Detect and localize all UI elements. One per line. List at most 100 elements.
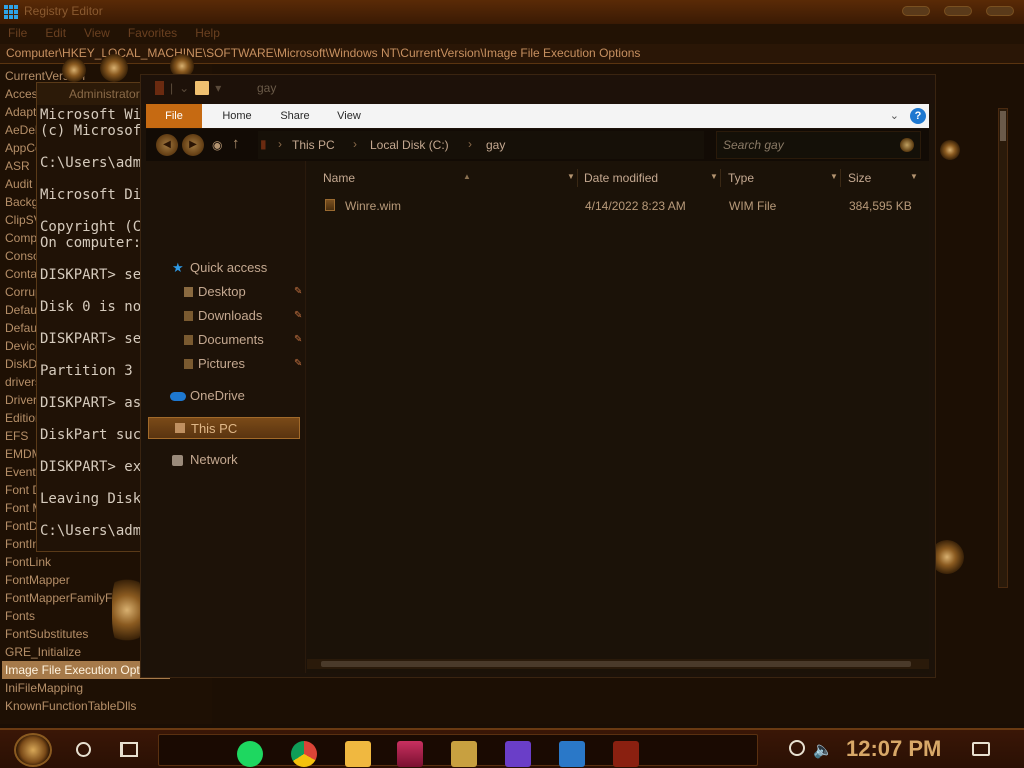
- undo-icon[interactable]: ⌄: [179, 81, 189, 95]
- spotify-icon[interactable]: [237, 741, 263, 767]
- tab-home[interactable]: Home: [212, 104, 262, 128]
- cloud-icon: [170, 392, 186, 401]
- tab-view[interactable]: View: [326, 104, 372, 128]
- nav-desktop-label: Desktop: [198, 284, 246, 299]
- notification-icon[interactable]: [972, 742, 990, 756]
- qa-dropdown-icon[interactable]: ▾: [215, 81, 221, 95]
- search-circle-icon[interactable]: [76, 742, 91, 757]
- recent-locations-icon[interactable]: ◉: [212, 138, 222, 152]
- nav-downloads[interactable]: Downloads ✎: [184, 305, 302, 327]
- tree-item[interactable]: KnownFunctionTableDlls: [5, 697, 136, 715]
- column-size[interactable]: Size: [848, 169, 871, 187]
- volume-icon[interactable]: 🔈: [813, 740, 833, 760]
- file-explorer-window[interactable]: | ⌄ ▾ gay File Home Share View ⌄ ? ◀ ▶ ◉…: [140, 74, 936, 678]
- up-arrow-icon[interactable]: ↑: [232, 135, 240, 152]
- registry-menubar: File Edit View Favorites Help: [0, 24, 1024, 44]
- tree-item[interactable]: FontMapper: [5, 571, 70, 589]
- gear-decoration: [100, 54, 128, 82]
- file-type: WIM File: [729, 199, 777, 213]
- registry-app-icon: [4, 5, 18, 19]
- nav-quick-access[interactable]: ★ Quick access: [172, 257, 268, 279]
- tree-item[interactable]: IniFileMapping: [5, 679, 83, 697]
- nav-downloads-label: Downloads: [198, 308, 263, 323]
- tab-file[interactable]: File: [146, 104, 202, 128]
- navigation-pane: ★ Quick access Desktop ✎ Downloads ✎ Doc…: [146, 161, 306, 673]
- desktop-icon: [184, 287, 193, 297]
- breadcrumb-local-disk[interactable]: Local Disk (C:): [370, 138, 449, 152]
- menu-favorites[interactable]: Favorites: [128, 24, 177, 44]
- tree-item[interactable]: GRE_Initialize: [5, 643, 81, 661]
- registry-address-bar[interactable]: Computer\HKEY_LOCAL_MACHINE\SOFTWARE\Mic…: [0, 44, 1024, 64]
- visual-studio-icon[interactable]: [505, 741, 531, 767]
- column-name[interactable]: Name ▲: [323, 169, 471, 187]
- explorer-titlebar[interactable]: | ⌄ ▾ gay: [141, 75, 935, 104]
- ribbon: File Home Share View ⌄ ?: [146, 104, 929, 128]
- desktop: Registry Editor File Edit View Favorites…: [0, 0, 1024, 768]
- table-row[interactable]: Winre.wim 4/14/2022 8:23 AM WIM File 384…: [317, 195, 917, 217]
- pc-icon: ▮: [260, 137, 267, 151]
- column-type-dropdown-icon[interactable]: ▼: [830, 172, 838, 181]
- game-icon[interactable]: [451, 741, 477, 767]
- tree-item[interactable]: FontLink: [5, 553, 51, 571]
- horizontal-scrollbar[interactable]: [307, 659, 929, 669]
- menu-edit[interactable]: Edit: [45, 24, 66, 44]
- language-icon[interactable]: [789, 740, 805, 756]
- menu-help[interactable]: Help: [195, 24, 220, 44]
- back-button[interactable]: ◀: [156, 134, 178, 156]
- column-date-dropdown-icon[interactable]: ▼: [710, 172, 718, 181]
- search-box[interactable]: [716, 131, 921, 159]
- search-input[interactable]: [723, 137, 883, 153]
- breadcrumb-this-pc[interactable]: This PC: [292, 138, 335, 152]
- nav-pictures[interactable]: Pictures ✎: [184, 353, 302, 375]
- gauge-decoration: [62, 58, 86, 82]
- divider: |: [170, 81, 174, 95]
- address-bar[interactable]: ▮ › This PC › Local Disk (C:) › gay ⌄ ↻: [258, 131, 806, 159]
- help-icon[interactable]: ?: [910, 108, 926, 124]
- virtualbox-icon[interactable]: [559, 741, 585, 767]
- tree-item[interactable]: ASR: [5, 157, 30, 175]
- nav-this-pc-label: This PC: [191, 421, 238, 436]
- task-view-icon[interactable]: [120, 742, 138, 757]
- taskbar-clock[interactable]: 12:07 PM: [846, 736, 941, 762]
- column-size-dropdown-icon[interactable]: ▼: [910, 172, 918, 181]
- nav-pictures-label: Pictures: [198, 356, 245, 371]
- tab-share[interactable]: Share: [270, 104, 320, 128]
- nav-desktop[interactable]: Desktop ✎: [184, 281, 302, 303]
- tree-item[interactable]: Fonts: [5, 607, 35, 625]
- registry-scrollbar[interactable]: [998, 108, 1008, 588]
- sort-up-icon: ▲: [463, 172, 471, 181]
- star-icon: ★: [172, 260, 184, 275]
- pin-icon: ✎: [294, 334, 303, 345]
- close-button[interactable]: [986, 6, 1014, 16]
- column-name-dropdown-icon[interactable]: ▼: [567, 172, 575, 181]
- calendar-icon[interactable]: [613, 741, 639, 767]
- tree-item[interactable]: Audit: [5, 175, 32, 193]
- column-date-modified[interactable]: Date modified: [584, 169, 658, 187]
- winrar-icon[interactable]: [397, 741, 423, 767]
- nav-network[interactable]: Network: [172, 449, 238, 471]
- nav-quick-access-label: Quick access: [190, 260, 268, 275]
- file-name: Winre.wim: [345, 199, 401, 213]
- breadcrumb-folder[interactable]: gay: [486, 138, 505, 152]
- network-icon: [172, 455, 183, 466]
- search-icon[interactable]: [900, 138, 914, 152]
- nav-this-pc[interactable]: This PC: [148, 417, 300, 439]
- maximize-button[interactable]: [944, 6, 972, 16]
- properties-icon[interactable]: [155, 81, 164, 95]
- pictures-icon: [184, 359, 193, 369]
- column-type[interactable]: Type: [728, 169, 754, 187]
- nav-onedrive-label: OneDrive: [190, 388, 245, 403]
- nav-onedrive[interactable]: OneDrive: [170, 385, 245, 407]
- chrome-icon[interactable]: [291, 741, 317, 767]
- start-button[interactable]: [14, 733, 52, 767]
- menu-view[interactable]: View: [84, 24, 110, 44]
- tree-item[interactable]: EFS: [5, 427, 28, 445]
- tree-item[interactable]: FontSubstitutes: [5, 625, 88, 643]
- ribbon-expand-icon[interactable]: ⌄: [890, 109, 899, 122]
- forward-button[interactable]: ▶: [182, 134, 204, 156]
- file-explorer-icon[interactable]: [345, 741, 371, 767]
- minimize-button[interactable]: [902, 6, 930, 16]
- menu-file[interactable]: File: [8, 24, 27, 44]
- nav-documents[interactable]: Documents ✎: [184, 329, 302, 351]
- nav-network-label: Network: [190, 452, 238, 467]
